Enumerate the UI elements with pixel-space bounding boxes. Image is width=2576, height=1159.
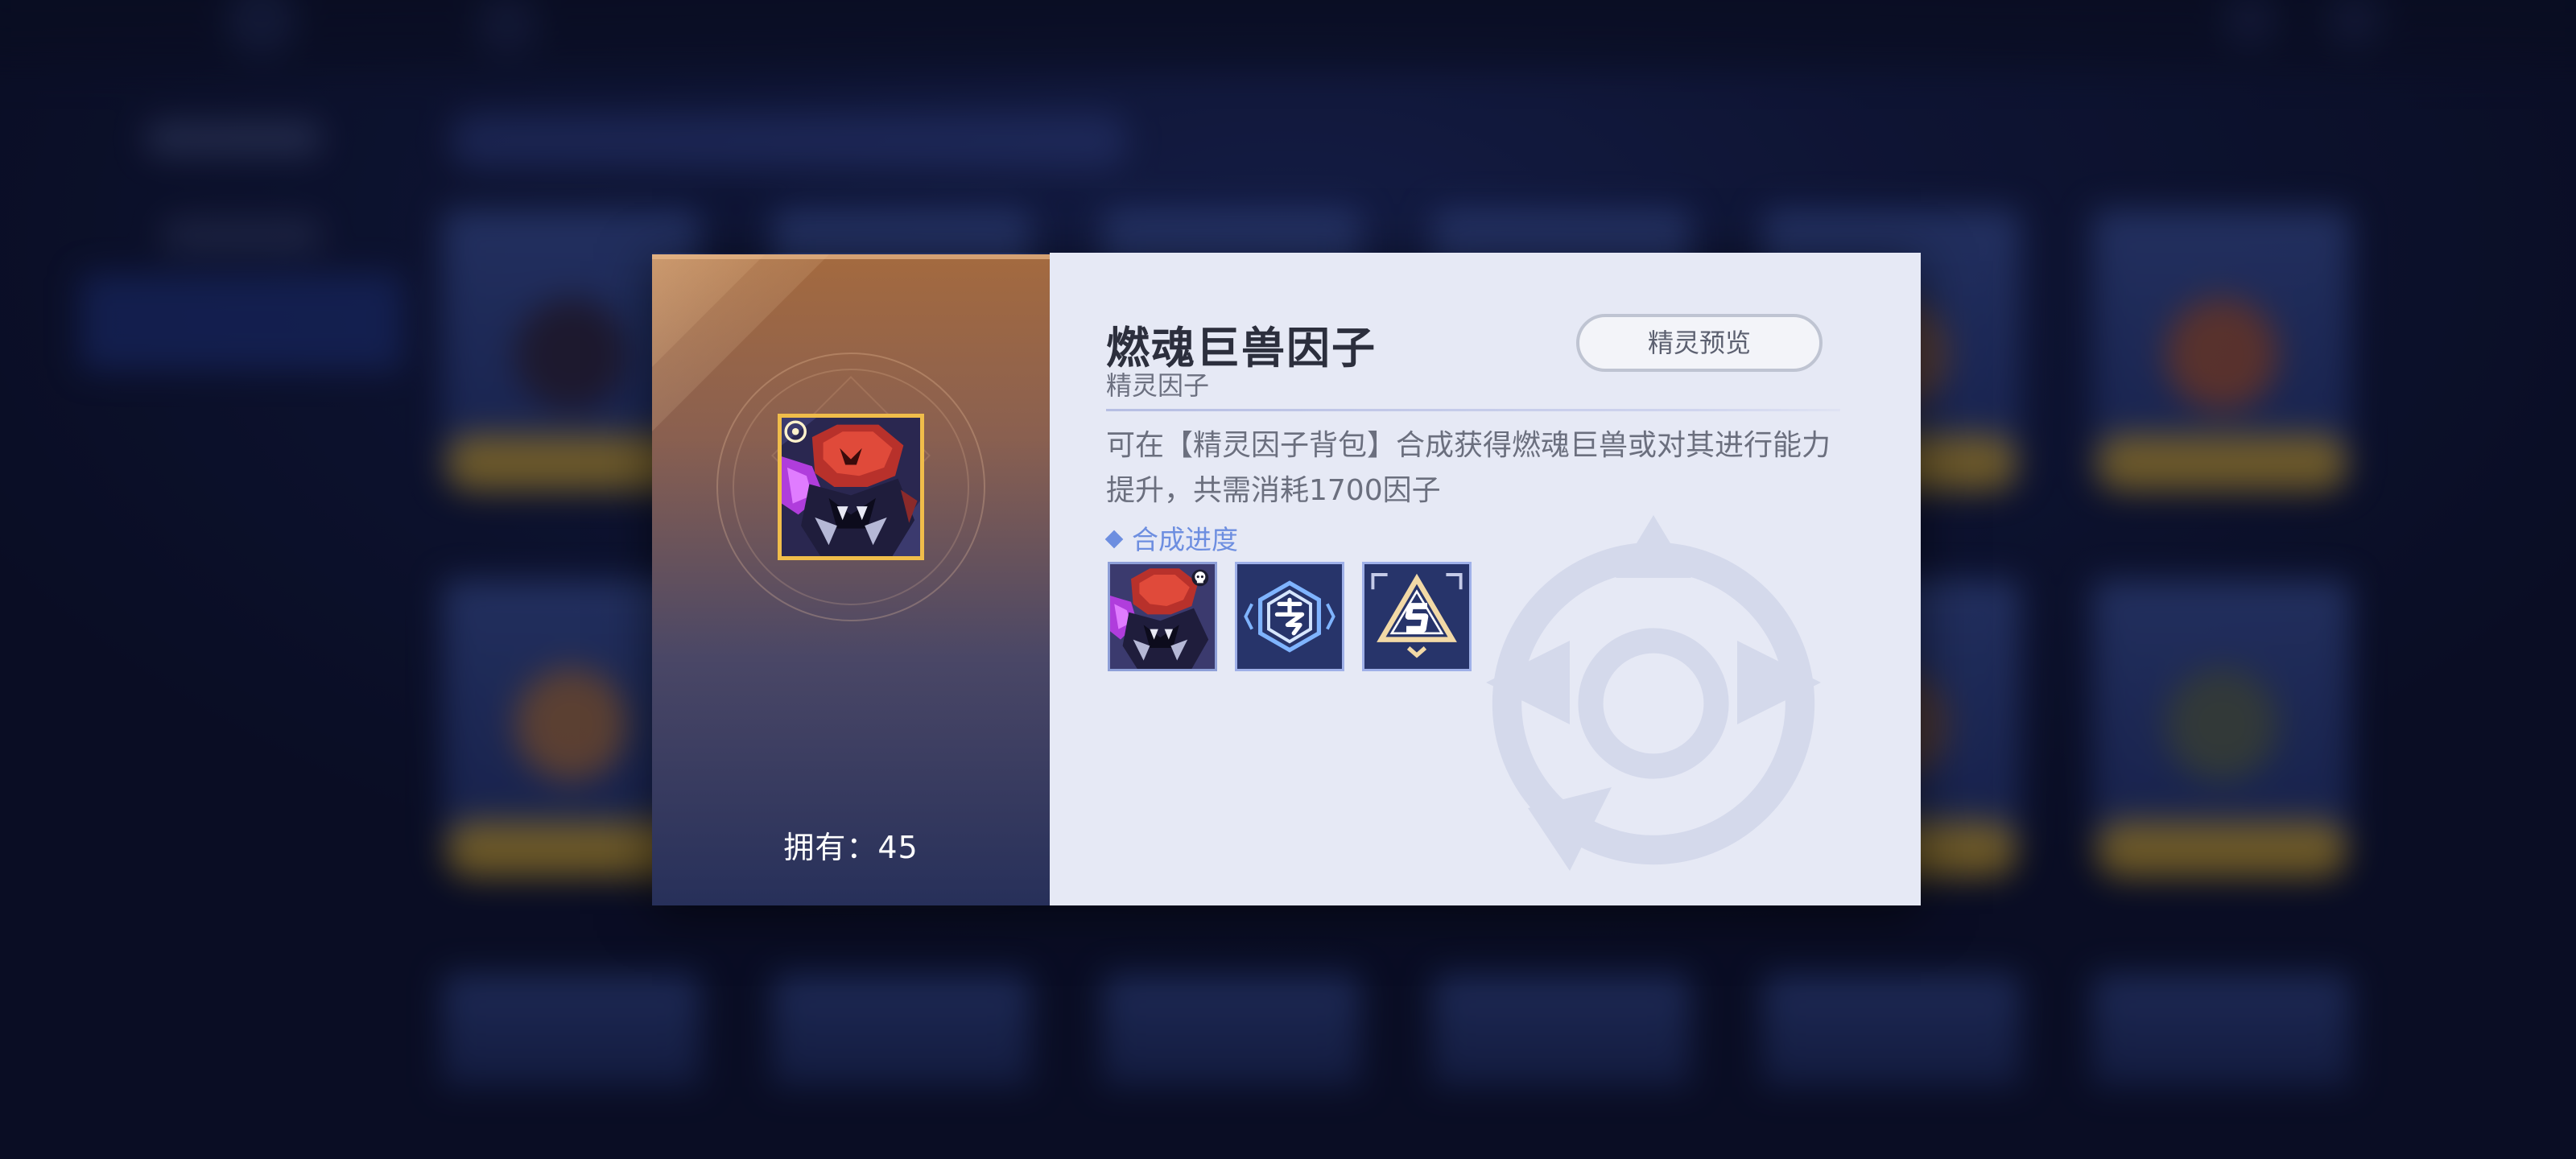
progress-slot-exclusive[interactable] xyxy=(1235,562,1344,671)
spirit-preview-button[interactable]: 精灵预览 xyxy=(1576,314,1823,372)
skull-badge-icon xyxy=(1191,569,1209,587)
monster-portrait-icon xyxy=(1110,564,1215,669)
item-detail-dialog: 拥有：45 燃魂巨兽因子 精灵因子 精灵预览 可在【精灵因子背包】合成获得燃魂巨… xyxy=(652,253,1921,905)
item-info-panel: 燃魂巨兽因子 精灵因子 精灵预览 可在【精灵因子背包】合成获得燃魂巨兽或对其进行… xyxy=(1050,253,1921,905)
synthesis-progress-heading: 合成进度 xyxy=(1104,518,1238,557)
factor-item-icon xyxy=(778,414,924,560)
owned-count: 拥有：45 xyxy=(783,830,919,865)
emblem-watermark-icon xyxy=(1486,515,1821,871)
progress-slot-monster[interactable] xyxy=(1108,562,1217,671)
synthesis-progress-label: 合成进度 xyxy=(1132,524,1238,555)
exclusive-hexagon-icon xyxy=(1237,564,1342,669)
item-category: 精灵因子 xyxy=(1106,370,1210,401)
s-rank-triangle-icon xyxy=(1364,564,1469,669)
item-showcase-panel: 拥有：45 xyxy=(652,254,1050,905)
item-description: 可在【精灵因子背包】合成获得燃魂巨兽或对其进行能力提升，共需消耗1700因子 xyxy=(1106,429,1831,507)
diamond-bullet-icon xyxy=(1104,530,1124,549)
header-divider xyxy=(1106,409,1840,411)
progress-slot-s-rank[interactable] xyxy=(1362,562,1472,671)
